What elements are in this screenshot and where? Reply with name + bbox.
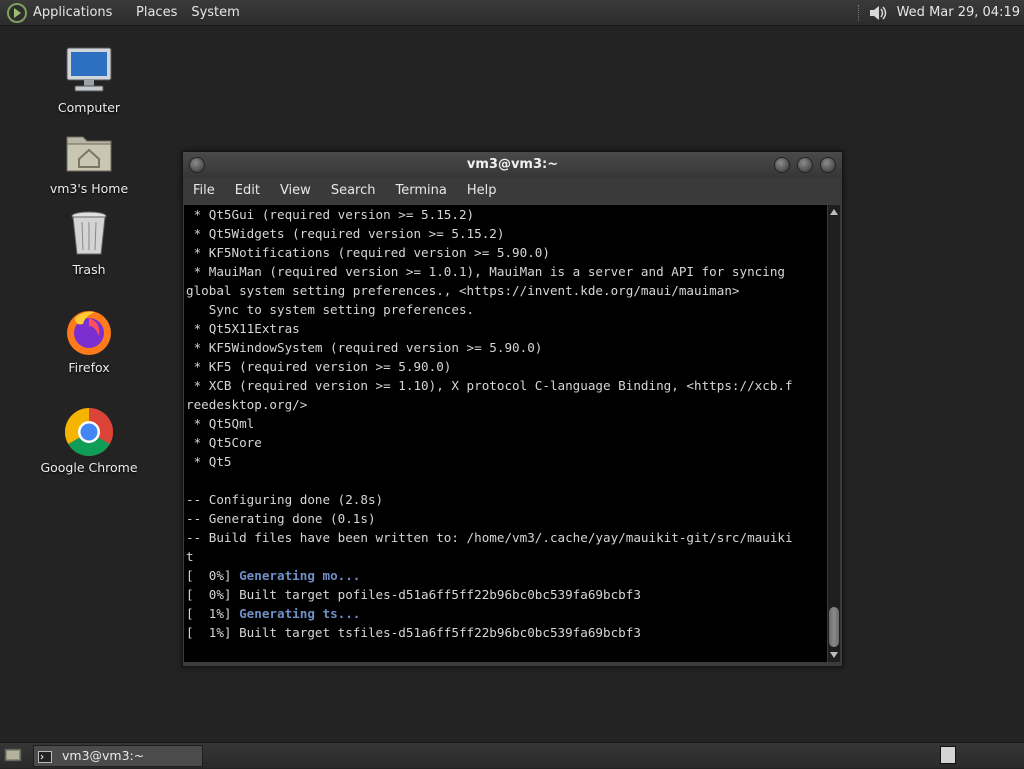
menu-edit[interactable]: Edit [225, 178, 270, 204]
terminal-icon [38, 749, 52, 763]
window-title: vm3@vm3:~ [466, 157, 559, 172]
firefox-icon [63, 306, 115, 358]
menu-search[interactable]: Search [321, 178, 386, 204]
terminal-output[interactable]: * Qt5Gui (required version >= 5.15.2) * … [184, 205, 827, 662]
desktop-icon-firefox[interactable]: Firefox [34, 306, 144, 375]
scroll-up-icon[interactable] [830, 209, 838, 215]
maximize-button[interactable] [797, 157, 813, 173]
minimize-button[interactable] [774, 157, 790, 173]
desktop-icon-trash[interactable]: Trash [34, 208, 144, 277]
taskbar-button-terminal[interactable]: vm3@vm3:~ [33, 745, 203, 767]
top-panel: Applications Places System Wed Mar 29, 0… [0, 0, 1024, 26]
terminal-text: * KF5Notifications (required version >= … [186, 245, 550, 260]
scrollbar-thumb[interactable] [829, 607, 839, 647]
terminal-line: -- Configuring done (2.8s) [184, 490, 827, 509]
bottom-panel: vm3@vm3:~ [0, 742, 1024, 768]
terminal-line: * MauiMan (required version >= 1.0.1), M… [184, 262, 827, 281]
terminal-line: * KF5 (required version >= 5.90.0) [184, 357, 827, 376]
applications-menu[interactable]: Applications [33, 0, 129, 25]
terminal-line: Sync to system setting preferences. [184, 300, 827, 319]
terminal-scrollbar[interactable] [828, 205, 840, 662]
trash-icon [63, 208, 115, 260]
desktop-icon-label: Trash [72, 262, 106, 277]
places-menu[interactable]: Places [129, 0, 184, 25]
volume-icon[interactable] [867, 3, 889, 23]
terminal-line: * XCB (required version >= 1.10), X prot… [184, 376, 827, 395]
terminal-text: * Qt5Qml [186, 416, 255, 431]
terminal-text: * Qt5Gui (required version >= 5.15.2) [186, 207, 475, 222]
system-menu[interactable]: System [184, 0, 246, 25]
desktop-icon-label: Google Chrome [40, 460, 138, 475]
chrome-icon [63, 406, 115, 458]
terminal-text: * Qt5 [186, 454, 232, 469]
terminal-line: * Qt5Core [184, 433, 827, 452]
terminal-text: t [186, 549, 194, 564]
terminal-line: * Qt5Qml [184, 414, 827, 433]
panel-separator [857, 4, 861, 21]
workspace-switcher[interactable] [940, 746, 956, 764]
terminal-line: * KF5WindowSystem (required version >= 5… [184, 338, 827, 357]
desktop-icon-home[interactable]: vm3's Home [34, 127, 144, 196]
window-menu-button[interactable] [189, 157, 205, 173]
terminal-line: [ 1%] Generating ts... [184, 604, 827, 623]
terminal-line: * Qt5Gui (required version >= 5.15.2) [184, 205, 827, 224]
taskbar-button-label: vm3@vm3:~ [62, 748, 145, 763]
terminal-line: global system setting preferences., <htt… [184, 281, 827, 300]
terminal-text: [ 1%] Built target tsfiles-d51a6ff5ff22b… [186, 625, 641, 640]
terminal-text: -- Generating done (0.1s) [186, 511, 376, 526]
distro-logo-icon[interactable] [6, 2, 28, 24]
show-desktop-icon[interactable] [4, 746, 22, 764]
terminal-text: -- Build files have been written to: /ho… [186, 530, 793, 545]
terminal-line: * KF5Notifications (required version >= … [184, 243, 827, 262]
terminal-text: * MauiMan (required version >= 1.0.1), M… [186, 264, 785, 279]
terminal-line: * Qt5 [184, 452, 827, 471]
window-menubar: File Edit View Search Termina Help [183, 178, 842, 204]
close-button[interactable] [820, 157, 836, 173]
terminal-line: [ 0%] Generating mo... [184, 566, 827, 585]
menu-view[interactable]: View [270, 178, 321, 204]
desktop-icon-chrome[interactable]: Google Chrome [34, 406, 144, 475]
terminal-highlight-text: Generating mo... [239, 568, 361, 583]
terminal-text: Sync to system setting preferences. [186, 302, 475, 317]
terminal-text: * XCB (required version >= 1.10), X prot… [186, 378, 793, 393]
terminal-text: reedesktop.org/> [186, 397, 308, 412]
menu-terminal[interactable]: Termina [385, 178, 456, 204]
computer-icon [63, 46, 115, 98]
scroll-down-icon[interactable] [830, 652, 838, 658]
terminal-line: * Qt5Widgets (required version >= 5.15.2… [184, 224, 827, 243]
terminal-line: -- Generating done (0.1s) [184, 509, 827, 528]
desktop-icon-label: Firefox [68, 360, 110, 375]
terminal-window[interactable]: vm3@vm3:~ File Edit View Search Termina … [182, 151, 843, 667]
terminal-text: * Qt5Widgets (required version >= 5.15.2… [186, 226, 505, 241]
terminal-text: [ 0%] [186, 568, 240, 583]
terminal-line: [ 1%] Built target tsfiles-d51a6ff5ff22b… [184, 623, 827, 642]
terminal-text: -- Configuring done (2.8s) [186, 492, 384, 507]
terminal-line: [ 0%] Built target pofiles-d51a6ff5ff22b… [184, 585, 827, 604]
window-titlebar[interactable]: vm3@vm3:~ [183, 152, 842, 178]
menu-file[interactable]: File [183, 178, 225, 204]
terminal-line: * Qt5X11Extras [184, 319, 827, 338]
terminal-text: * KF5WindowSystem (required version >= 5… [186, 340, 543, 355]
terminal-text: [ 0%] Built target pofiles-d51a6ff5ff22b… [186, 587, 641, 602]
terminal-line: t [184, 547, 827, 566]
terminal-line: reedesktop.org/> [184, 395, 827, 414]
desktop-icon-computer[interactable]: Computer [34, 46, 144, 115]
desktop-icon-label: Computer [57, 100, 121, 115]
terminal-text: [ 1%] [186, 606, 240, 621]
terminal-line: -- Build files have been written to: /ho… [184, 528, 827, 547]
menu-help[interactable]: Help [457, 178, 507, 204]
desktop-icon-label: vm3's Home [49, 181, 129, 196]
terminal-text: * Qt5X11Extras [186, 321, 300, 336]
panel-clock[interactable]: Wed Mar 29, 04:19 [897, 5, 1020, 20]
home-folder-icon [63, 127, 115, 179]
terminal-text: * KF5 (required version >= 5.90.0) [186, 359, 452, 374]
terminal-text: * Qt5Core [186, 435, 262, 450]
terminal-text: global system setting preferences., <htt… [186, 283, 740, 298]
terminal-highlight-text: Generating ts... [239, 606, 361, 621]
